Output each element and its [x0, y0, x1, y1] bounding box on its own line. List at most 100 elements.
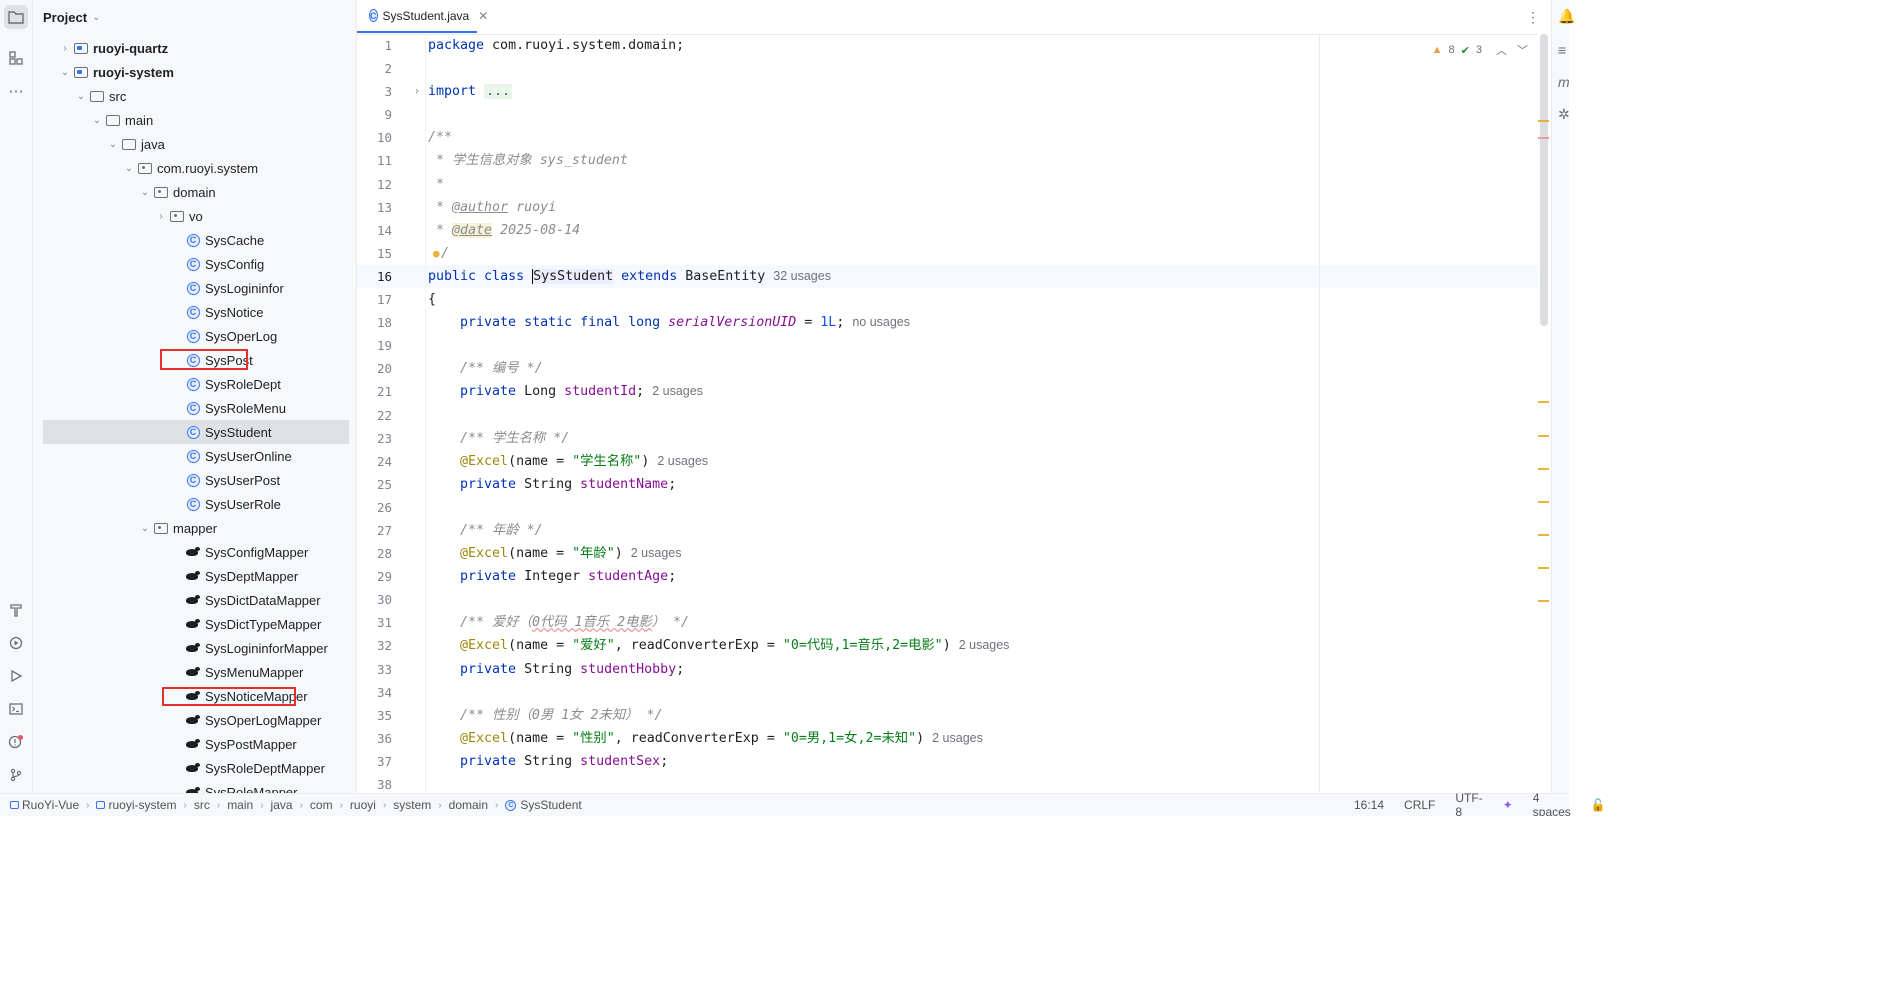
chevron-down-icon[interactable]: ⌄: [137, 187, 153, 198]
mybatis-mapper-icon: [185, 713, 201, 727]
warning-marker[interactable]: [1538, 534, 1549, 536]
lock-icon[interactable]: 🔓: [1591, 798, 1606, 812]
maven-icon[interactable]: m: [1558, 74, 1570, 90]
tree-node-sysroledept[interactable]: C SysRoleDept: [33, 372, 349, 396]
caret-position[interactable]: 16:14: [1354, 798, 1384, 812]
tree-node-syscache[interactable]: C SysCache: [33, 228, 349, 252]
warning-marker[interactable]: [1538, 120, 1549, 122]
more-tools-icon[interactable]: ⋯: [4, 79, 28, 103]
warning-marker[interactable]: [1538, 501, 1549, 503]
code-area[interactable]: 1 package com.ruoyi.system.domain; 2 3 › im…: [357, 34, 1538, 792]
tab-sysstudent-java[interactable]: C SysStudent.java ✕: [357, 0, 488, 33]
tree-node-com-ruoyi-system[interactable]: ⌄ com.ruoyi.system: [33, 156, 349, 180]
chevron-down-icon[interactable]: ⌄: [105, 139, 121, 150]
tree-node-label: SysDictTypeMapper: [205, 616, 322, 632]
warning-marker[interactable]: [1538, 401, 1549, 403]
lightbulb-icon[interactable]: ●: [433, 242, 440, 265]
code-line: 13 * @author ruoyi: [376, 199, 557, 215]
tree-node-sysuserrole[interactable]: C SysUserRole: [33, 492, 349, 516]
tree-node-ruoyi-quartz[interactable]: › ruoyi-quartz: [33, 36, 349, 60]
breadcrumb-item[interactable]: RuoYi-Vue ›: [10, 798, 96, 812]
chevron-right-icon[interactable]: ›: [57, 43, 73, 54]
tree-node-main[interactable]: ⌄ main: [33, 108, 349, 132]
chevron-down-icon[interactable]: ⌄: [73, 91, 89, 102]
tree-node-java[interactable]: ⌄ java: [33, 132, 349, 156]
breadcrumb-item[interactable]: system ›: [393, 798, 448, 812]
breadcrumb-item[interactable]: src ›: [194, 798, 227, 812]
folded-imports[interactable]: ...: [484, 84, 513, 100]
git-branch-icon[interactable]: [4, 763, 28, 787]
usages-hint[interactable]: 2 usages: [959, 638, 1010, 652]
warning-marker[interactable]: [1538, 435, 1549, 437]
warning-marker[interactable]: [1538, 468, 1549, 470]
run-icon[interactable]: [4, 664, 28, 688]
chevron-down-icon[interactable]: ⌄: [89, 115, 105, 126]
tree-node-sysdicttypemapper[interactable]: SysDictTypeMapper: [33, 612, 349, 636]
editor-scrollbar[interactable]: [1538, 34, 1550, 792]
database-icon[interactable]: ≡: [1558, 42, 1566, 58]
breadcrumb-item[interactable]: com ›: [310, 798, 350, 812]
tree-node-src[interactable]: ⌄ src: [33, 84, 349, 108]
tree-node-sysdictdatamapper[interactable]: SysDictDataMapper: [33, 588, 349, 612]
usages-hint[interactable]: 32 usages: [773, 269, 831, 283]
terminal-icon[interactable]: [4, 697, 28, 721]
services-icon[interactable]: [4, 631, 28, 655]
close-icon[interactable]: ✕: [478, 9, 488, 23]
tree-node-sysdeptmapper[interactable]: SysDeptMapper: [33, 564, 349, 588]
warning-marker[interactable]: [1538, 600, 1549, 602]
more-options-icon[interactable]: ⋮: [1526, 9, 1540, 26]
chevron-down-icon: ⌄: [92, 11, 101, 23]
package-icon: [137, 161, 153, 175]
line-separator[interactable]: CRLF: [1404, 798, 1435, 812]
tree-node-sysoperlogmapper[interactable]: SysOperLogMapper: [33, 708, 349, 732]
warning-marker[interactable]: [1538, 567, 1549, 569]
tree-node-sysconfig[interactable]: C SysConfig: [33, 252, 349, 276]
tree-node-sysconfigmapper[interactable]: SysConfigMapper: [33, 540, 349, 564]
tree-node-syslogininformapper[interactable]: SysLogininforMapper: [33, 636, 349, 660]
project-folder-icon[interactable]: [4, 5, 28, 29]
build-hammer-icon[interactable]: [4, 598, 28, 622]
file-encoding[interactable]: UTF-8: [1455, 791, 1482, 819]
usages-hint[interactable]: 2 usages: [652, 384, 703, 398]
breadcrumb-item[interactable]: C SysStudent: [505, 798, 582, 812]
breadcrumb-item[interactable]: java ›: [271, 798, 310, 812]
breadcrumb-item[interactable]: ruoyi-system ›: [96, 798, 193, 812]
tree-node-label: SysDeptMapper: [205, 568, 299, 584]
tree-node-sysnotice[interactable]: C SysNotice: [33, 300, 349, 324]
tree-node-domain[interactable]: ⌄ domain: [33, 180, 349, 204]
fold-expand-icon[interactable]: ›: [414, 80, 420, 103]
tree-node-sysrolemenu[interactable]: C SysRoleMenu: [33, 396, 349, 420]
tree-node-vo[interactable]: › vo: [33, 204, 349, 228]
tree-node-sysuseronline[interactable]: C SysUserOnline: [33, 444, 349, 468]
notifications-bell-icon[interactable]: 🔔: [1558, 8, 1575, 25]
tree-node-mapper[interactable]: ⌄ mapper: [33, 516, 349, 540]
chevron-down-icon[interactable]: ⌄: [137, 523, 153, 534]
structure-icon[interactable]: [4, 46, 28, 70]
usages-hint[interactable]: no usages: [852, 315, 910, 329]
ai-status-icon[interactable]: ✦: [1503, 798, 1513, 812]
java-class-icon: C: [185, 497, 201, 511]
chevron-down-icon[interactable]: ⌄: [121, 163, 137, 174]
usages-hint[interactable]: 2 usages: [932, 731, 983, 745]
breadcrumb-item[interactable]: domain ›: [449, 798, 506, 812]
tree-node-sysuserpost[interactable]: C SysUserPost: [33, 468, 349, 492]
editor-scroll-thumb[interactable]: [1540, 34, 1548, 326]
tree-node-ruoyi-system[interactable]: ⌄ ruoyi-system: [33, 60, 349, 84]
ai-assistant-icon[interactable]: ✲: [1558, 106, 1570, 123]
project-panel-header[interactable]: Project ⌄: [33, 0, 356, 34]
usages-hint[interactable]: 2 usages: [657, 454, 708, 468]
tree-node-sysoperlog[interactable]: C SysOperLog: [33, 324, 349, 348]
indent-setting[interactable]: 4 spaces: [1533, 791, 1571, 819]
tree-node-sysstudent[interactable]: C SysStudent: [43, 420, 349, 444]
error-marker[interactable]: [1538, 137, 1549, 139]
breadcrumb-item[interactable]: main ›: [227, 798, 270, 812]
tree-node-sysmenumapper[interactable]: SysMenuMapper: [33, 660, 349, 684]
usages-hint[interactable]: 2 usages: [631, 546, 682, 560]
tree-node-sysroledeptmapper[interactable]: SysRoleDeptMapper: [33, 756, 349, 780]
tree-node-syspostmapper[interactable]: SysPostMapper: [33, 732, 349, 756]
breadcrumb-item[interactable]: ruoyi ›: [350, 798, 393, 812]
chevron-right-icon[interactable]: ›: [153, 211, 169, 222]
problems-icon[interactable]: [4, 730, 28, 754]
chevron-down-icon[interactable]: ⌄: [57, 67, 73, 78]
tree-node-syslogininfor[interactable]: C SysLogininfor: [33, 276, 349, 300]
